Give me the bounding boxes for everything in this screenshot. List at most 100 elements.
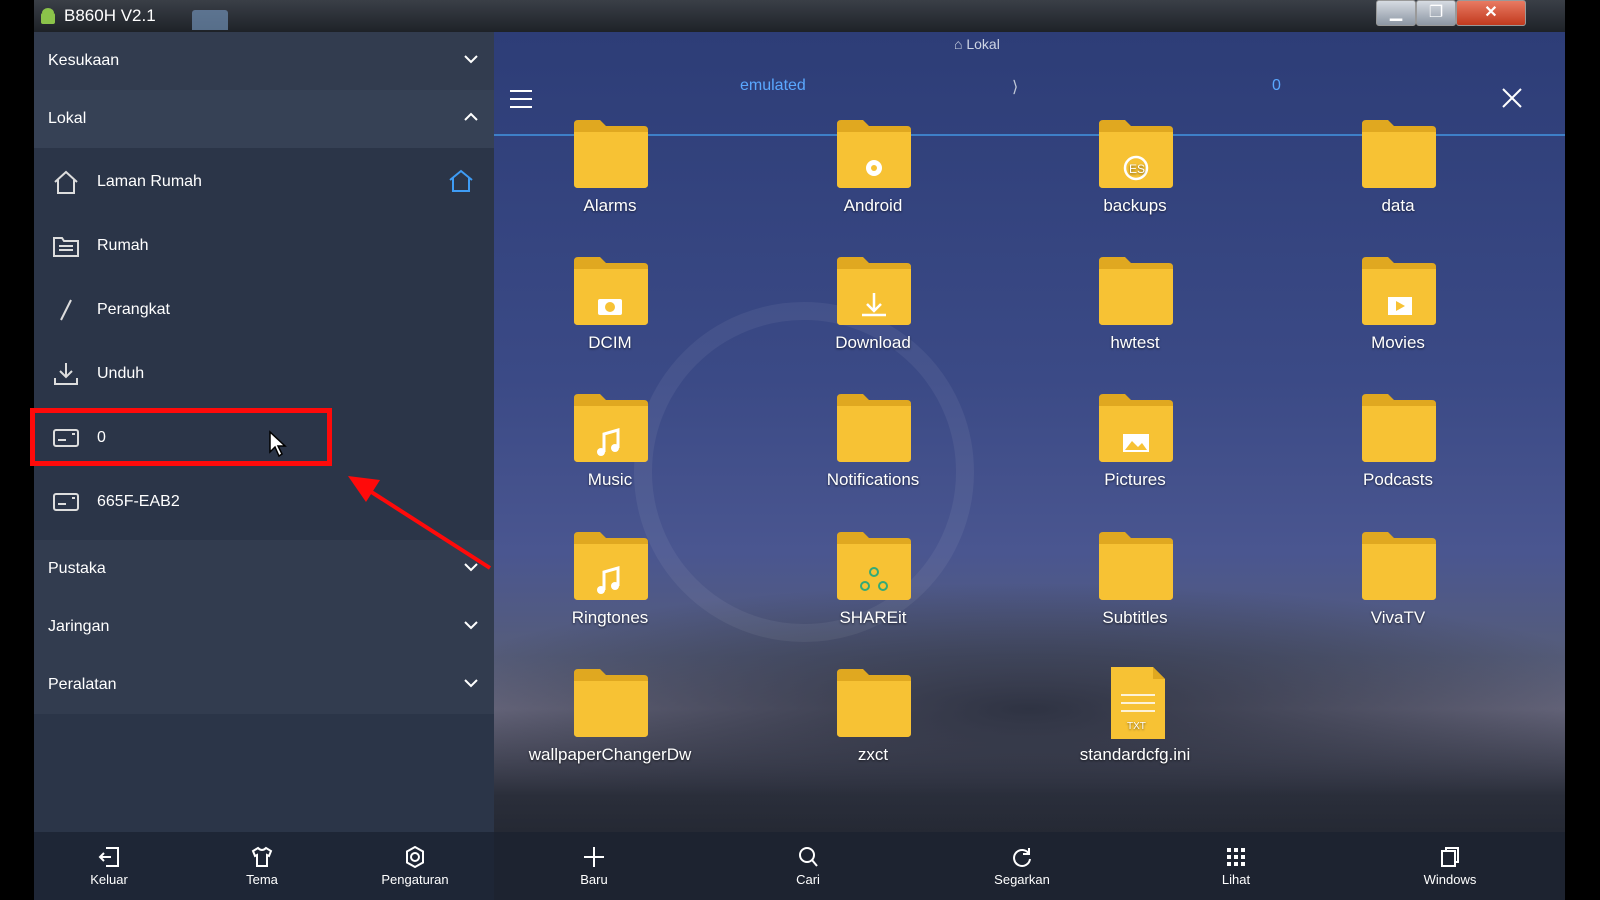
- chevron-down-icon: [464, 679, 478, 688]
- folder-item[interactable]: ES backups: [1020, 118, 1250, 238]
- chevron-down-icon: [464, 621, 478, 630]
- annotation-arrow: [348, 476, 492, 570]
- section-label: Jaringan: [48, 618, 110, 635]
- file-name: Alarms: [583, 196, 637, 215]
- theme-button[interactable]: Tema: [187, 832, 337, 900]
- folder-icon: [1362, 532, 1436, 600]
- folder-item[interactable]: SHAREit: [758, 530, 988, 650]
- file-name: data: [1381, 196, 1415, 215]
- set-home-icon[interactable]: [448, 168, 474, 194]
- theme-button-label: Tema: [246, 872, 278, 887]
- file-name: Ringtones: [571, 608, 649, 627]
- home-small-icon: ⌂: [954, 36, 967, 52]
- folder-icon: [574, 394, 648, 462]
- folder-icon: [1362, 120, 1436, 188]
- maximize-button[interactable]: ❐: [1416, 0, 1456, 26]
- file-name: VivaTV: [1370, 608, 1426, 627]
- path-tab-strip[interactable]: ⌂ Lokal: [954, 36, 1000, 52]
- section-kesukaan[interactable]: Kesukaan: [34, 32, 494, 90]
- folder-icon: [574, 257, 648, 325]
- folder-item[interactable]: Alarms: [495, 118, 725, 238]
- folder-icon: [837, 257, 911, 325]
- view-button-label: Lihat: [1221, 872, 1251, 887]
- exit-button[interactable]: Keluar: [34, 832, 184, 900]
- minimize-button[interactable]: ▁: [1376, 0, 1416, 26]
- section-lokal[interactable]: Lokal: [34, 90, 494, 148]
- new-button-label: Baru: [580, 872, 608, 887]
- file-name: backups: [1103, 196, 1167, 215]
- refresh-icon: [1013, 848, 1031, 867]
- folder-item[interactable]: Pictures: [1020, 392, 1250, 512]
- sidebar-item-unduh[interactable]: Unduh: [34, 342, 494, 406]
- folder-item[interactable]: Movies: [1283, 255, 1513, 375]
- sidebar-item-label: Unduh: [97, 365, 145, 382]
- file-item[interactable]: TXT standardcfg.ini: [1020, 667, 1250, 787]
- folder-icon: [1099, 394, 1173, 462]
- folder-icon: [1099, 257, 1173, 325]
- folder-item[interactable]: Ringtones: [495, 530, 725, 650]
- close-window-button[interactable]: ✕: [1456, 0, 1526, 26]
- file-name: Notifications: [826, 470, 920, 489]
- title-bar: B860H V2.1: [34, 0, 1565, 32]
- settings-button[interactable]: Pengaturan: [340, 832, 490, 900]
- folder-item[interactable]: Podcasts: [1283, 392, 1513, 512]
- menu-icon[interactable]: [508, 88, 534, 110]
- breadcrumb-separator: ⟩: [1012, 79, 1019, 96]
- folder-item[interactable]: Music: [495, 392, 725, 512]
- folder-item[interactable]: Download: [758, 255, 988, 375]
- breadcrumb-emulated[interactable]: emulated: [740, 77, 806, 95]
- path-tab-label: Lokal: [966, 36, 1000, 52]
- refresh-button[interactable]: Segarkan: [962, 832, 1082, 900]
- file-name: standardcfg.ini: [1079, 745, 1191, 764]
- slash-icon: [60, 299, 72, 321]
- file-name: Movies: [1371, 333, 1425, 352]
- folder-item[interactable]: DCIM: [495, 255, 725, 375]
- chevron-up-icon: [464, 112, 478, 121]
- folder-item[interactable]: hwtest: [1020, 255, 1250, 375]
- taskbar-tab[interactable]: [192, 10, 228, 30]
- folder-item[interactable]: VivaTV: [1283, 530, 1513, 650]
- home-icon: [54, 170, 78, 194]
- sidebar-item-laman-rumah[interactable]: Laman Rumah: [34, 150, 494, 214]
- svg-text:ES: ES: [1129, 162, 1145, 176]
- section-label: Lokal: [48, 110, 87, 127]
- folder-item[interactable]: zxct: [758, 667, 988, 787]
- breadcrumb-current[interactable]: 0: [1272, 77, 1281, 95]
- sidebar-bottom-bar: Keluar Tema Pengaturan: [34, 832, 494, 900]
- section-peralatan[interactable]: Peralatan: [34, 656, 494, 714]
- folder-item[interactable]: Android: [758, 118, 988, 238]
- mouse-cursor: [269, 430, 287, 458]
- window-title: B860H V2.1: [64, 6, 156, 25]
- close-icon[interactable]: [1500, 86, 1524, 110]
- sidebar-item-perangkat[interactable]: Perangkat: [34, 278, 494, 342]
- folder-icon: [837, 532, 911, 600]
- sidebar-item-rumah[interactable]: Rumah: [34, 214, 494, 278]
- section-jaringan[interactable]: Jaringan: [34, 598, 494, 656]
- search-button[interactable]: Cari: [748, 832, 868, 900]
- folder-item[interactable]: Notifications: [758, 392, 988, 512]
- file-name: hwtest: [1110, 333, 1160, 352]
- folder-item[interactable]: data: [1283, 118, 1513, 238]
- text-file-icon: TXT: [1111, 667, 1165, 739]
- windows-button-label: Windows: [1423, 872, 1477, 887]
- folder-icon: [574, 120, 648, 188]
- folder-icon: [574, 532, 648, 600]
- section-label: Peralatan: [48, 676, 117, 693]
- exit-icon: [98, 847, 119, 867]
- search-icon: [799, 847, 818, 867]
- folder-icon: [1362, 257, 1436, 325]
- folder-item[interactable]: wallpaperChangerDw: [495, 667, 725, 787]
- sidebar-item-label: Rumah: [97, 237, 149, 254]
- new-button[interactable]: Baru: [534, 832, 654, 900]
- file-name: Music: [587, 470, 633, 489]
- folder-item[interactable]: Subtitles: [1020, 530, 1250, 650]
- exit-button-label: Keluar: [90, 872, 128, 887]
- sidebar: Kesukaan Lokal Laman Rumah Rumah Perangk…: [34, 32, 494, 900]
- file-name: DCIM: [588, 333, 632, 352]
- file-browser-panel: ⌂ Lokal emulated ⟩ 0 Alarms Android ES back…: [494, 32, 1565, 900]
- view-button[interactable]: Lihat: [1176, 832, 1296, 900]
- search-button-label: Cari: [796, 872, 820, 887]
- file-name: Pictures: [1104, 470, 1166, 489]
- sidebar-item-label: 665F-EAB2: [97, 493, 180, 510]
- windows-button[interactable]: Windows: [1390, 832, 1510, 900]
